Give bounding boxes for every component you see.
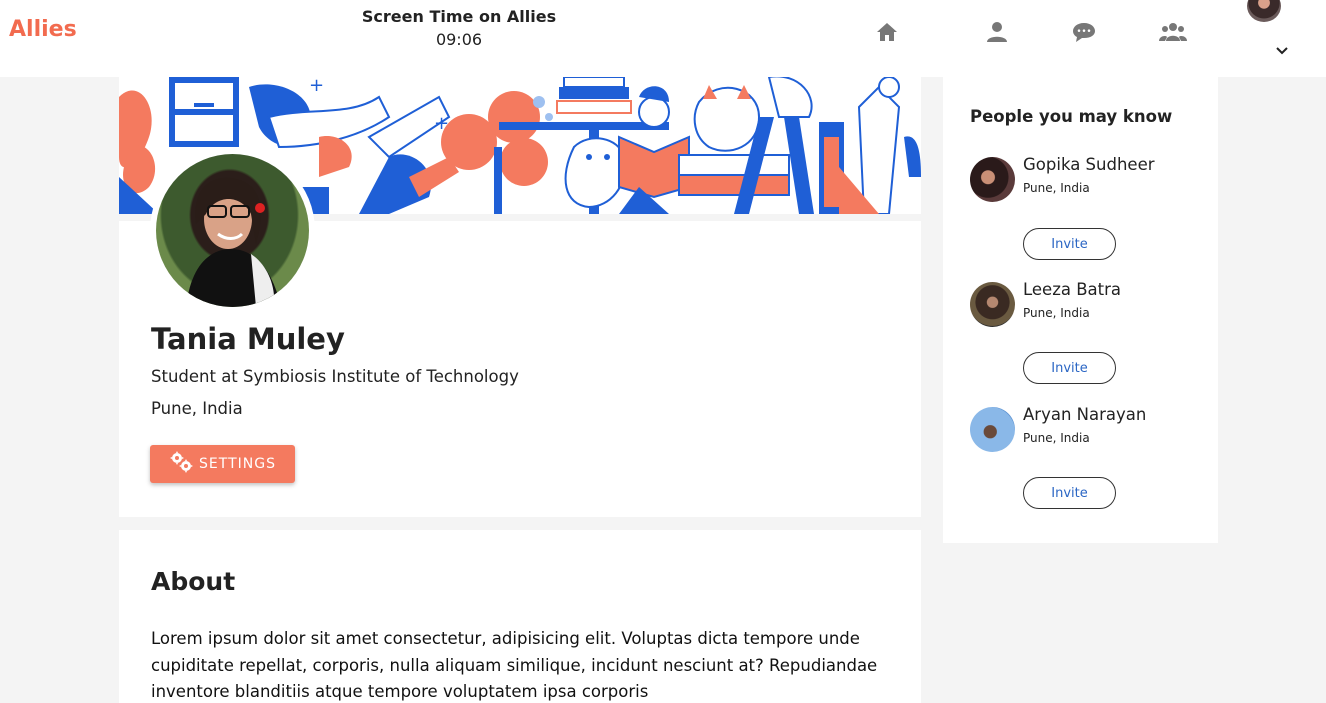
person-name[interactable]: Leeza Batra [1023,280,1121,299]
person-avatar[interactable] [970,407,1015,452]
chat-icon[interactable] [1071,20,1097,44]
profile-avatar[interactable] [150,148,315,313]
screen-time-label: Screen Time on Allies [361,7,557,26]
invite-button[interactable]: Invite [1023,352,1116,384]
person-name[interactable]: Gopika Sudheer [1023,155,1155,174]
top-navbar: Allies Screen Time on Allies 09:06 [0,0,1326,77]
about-text: Lorem ipsum dolor sit amet consectetur, … [151,629,878,701]
screen-time-value: 09:06 [435,30,483,49]
settings-button[interactable]: SETTINGS [150,445,295,483]
person-location: Pune, India [1023,431,1090,445]
screen-time-widget: Screen Time on Allies 09:06 [354,7,564,49]
invite-button[interactable]: Invite [1023,228,1116,260]
account-avatar[interactable] [1247,0,1281,22]
person-avatar[interactable] [970,157,1015,202]
user-icon[interactable] [984,20,1010,44]
svg-text:+: + [309,77,324,96]
pymk-title: People you may know [970,107,1173,126]
gears-icon [169,451,195,477]
chevron-down-icon[interactable] [1274,42,1290,58]
profile-name: Tania Muley [151,322,345,356]
home-icon[interactable] [874,20,900,44]
profile-headline: Student at Symbiosis Institute of Techno… [151,367,519,386]
person-avatar[interactable] [970,282,1015,327]
profile-location: Pune, India [151,399,243,418]
about-title: About [151,567,236,596]
person-name[interactable]: Aryan Narayan [1023,405,1146,424]
person-location: Pune, India [1023,306,1090,320]
group-icon[interactable] [1158,20,1188,44]
invite-button[interactable]: Invite [1023,477,1116,509]
settings-label: SETTINGS [199,456,276,472]
app-logo[interactable]: Allies [9,17,77,42]
person-location: Pune, India [1023,181,1090,195]
